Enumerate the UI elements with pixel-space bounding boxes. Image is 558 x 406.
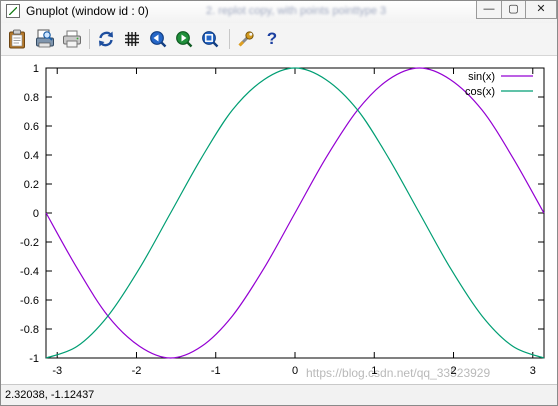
replot-icon[interactable] <box>95 28 117 50</box>
title-bar[interactable]: Gnuplot (window id : 0) 2. replot copy, … <box>1 1 557 23</box>
toolbar: ? <box>1 23 557 56</box>
toolbar-separator <box>89 29 90 49</box>
maximize-button[interactable]: ▢ <box>501 1 526 19</box>
y-tick-label: 0.2 <box>24 179 39 191</box>
status-bar: 2.32038, -1.12437 <box>1 384 557 405</box>
y-tick-label: 0.8 <box>24 92 39 104</box>
series-line-sinx <box>45 67 545 359</box>
x-tick-label: 3 <box>530 365 536 377</box>
y-tick-label: 0 <box>33 208 39 220</box>
x-tick-label: 0 <box>292 365 298 377</box>
window-title: Gnuplot (window id : 0) <box>26 4 149 18</box>
zoom-next-icon[interactable] <box>173 28 195 50</box>
x-tick-label: 1 <box>371 365 377 377</box>
plot-area[interactable]: https://blog.csdn.net/qq_33523929 -1 -0.8… <box>1 56 557 383</box>
y-tick-label: -1 <box>29 353 39 365</box>
x-tick-label: -3 <box>52 365 62 377</box>
y-tick-label: -0.4 <box>20 266 39 278</box>
x-tick-label: -2 <box>132 365 142 377</box>
gnuplot-app-icon <box>6 4 20 18</box>
grid-icon[interactable] <box>121 28 143 50</box>
legend-label: sin(x) <box>468 71 495 83</box>
chart-canvas[interactable]: https://blog.csdn.net/qq_33523929 -1 -0.8… <box>1 56 557 383</box>
x-tick-label: 2 <box>450 365 456 377</box>
y-tick-label: -0.8 <box>20 324 39 336</box>
zoom-previous-icon[interactable] <box>147 28 169 50</box>
toolbar-separator <box>229 29 230 49</box>
zoom-autoscale-icon[interactable] <box>199 28 221 50</box>
close-button[interactable]: ✕ <box>525 1 557 19</box>
cursor-coordinates: 2.32038, -1.12437 <box>5 389 95 401</box>
options-wrench-icon[interactable] <box>235 28 257 50</box>
print-preview-icon[interactable] <box>34 28 56 50</box>
y-tick-label: -0.6 <box>20 295 39 307</box>
clipboard-icon[interactable] <box>6 28 28 50</box>
y-tick-label: 0.6 <box>24 121 39 133</box>
gnuplot-window: Gnuplot (window id : 0) 2. replot copy, … <box>0 0 558 406</box>
background-window-text: 2. replot copy, with points pointtype 3 <box>206 5 387 17</box>
legend-label: cos(x) <box>465 86 495 98</box>
printer-icon[interactable] <box>61 28 83 50</box>
watermark-text: https://blog.csdn.net/qq_33523929 <box>306 366 490 380</box>
y-tick-label: 0.4 <box>24 150 39 162</box>
y-tick-label: -0.2 <box>20 237 39 249</box>
y-tick-label: 1 <box>33 63 39 75</box>
x-tick-label: -1 <box>211 365 221 377</box>
minimize-button[interactable]: — <box>476 1 502 19</box>
help-icon[interactable]: ? <box>261 28 283 50</box>
